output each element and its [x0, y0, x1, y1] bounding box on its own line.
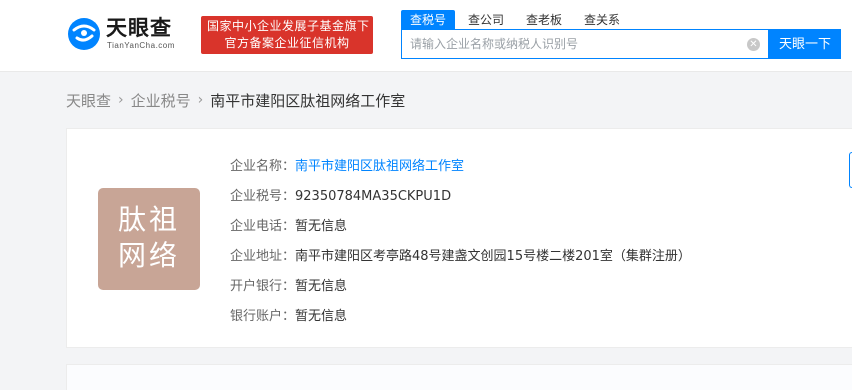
breadcrumb: 天眼查 › 企业税号 › 南平市建阳区肽祖网络工作室 [66, 89, 405, 111]
logo-domain: TianYanCha.com [107, 41, 175, 50]
info-row-phone: 企业电话： 暂无信息 [230, 212, 691, 242]
info-label: 开户银行： [230, 279, 296, 294]
info-label: 银行账户： [230, 309, 296, 324]
avatar-line-1: 肽祖 [117, 203, 180, 236]
address-value: 南平市建阳区考亭路48号建盏文创园15号楼二楼201室（集群注册） [295, 249, 691, 264]
logo-text: 天眼查 [106, 16, 172, 40]
breadcrumb-tax-number[interactable]: 企业税号 [131, 90, 191, 111]
search-button[interactable]: 天眼一下 [769, 29, 841, 59]
company-avatar: 肽祖 网络 [98, 188, 200, 290]
chevron-right-icon: › [197, 92, 204, 108]
badge-line-2: 官方备案企业征信机构 [224, 36, 350, 50]
company-name-link[interactable]: 南平市建阳区肽祖网络工作室 [295, 152, 464, 182]
tab-relation[interactable]: 查关系 [575, 10, 629, 30]
top-header: 天眼查 TianYanCha.com 国家中小企业发展子基金旗下 官方备案企业征… [0, 0, 852, 72]
info-row-name: 企业名称： 南平市建阳区肽祖网络工作室 [230, 152, 691, 182]
tab-boss[interactable]: 查老板 [517, 10, 571, 30]
info-row-tax-number: 企业税号： 92350784MA35CKPU1D [230, 182, 691, 212]
search-input[interactable] [402, 30, 768, 58]
avatar-line-2: 网络 [117, 239, 180, 272]
search-tabs: 查税号 查公司 查老板 查关系 [401, 10, 633, 30]
breadcrumb-current: 南平市建阳区肽祖网络工作室 [210, 91, 406, 110]
clear-icon[interactable]: ✕ [747, 38, 760, 51]
chevron-right-icon: › [118, 92, 124, 108]
bank-value: 暂无信息 [295, 279, 348, 294]
official-badge: 国家中小企业发展子基金旗下 官方备案企业征信机构 [201, 16, 373, 54]
search-box: ✕ [401, 29, 769, 59]
tax-number-value: 92350784MA35CKPU1D [295, 189, 452, 204]
info-label: 企业电话： [230, 219, 296, 234]
breadcrumb-home[interactable]: 天眼查 [66, 90, 111, 111]
info-label: 企业税号： [230, 189, 296, 204]
next-section-card [66, 364, 852, 390]
tab-tax-number[interactable]: 查税号 [401, 10, 456, 30]
tab-company[interactable]: 查公司 [459, 10, 513, 30]
account-value: 暂无信息 [295, 309, 348, 324]
info-row-account: 银行账户： 暂无信息 [230, 302, 691, 332]
company-info-list: 企业名称： 南平市建阳区肽祖网络工作室 企业税号： 92350784MA35CK… [230, 152, 691, 332]
tianyancha-logo[interactable]: 天眼查 TianYanCha.com [66, 14, 192, 54]
badge-line-1: 国家中小企业发展子基金旗下 [207, 19, 370, 33]
info-label: 企业地址： [230, 249, 296, 264]
info-row-bank: 开户银行： 暂无信息 [230, 272, 691, 302]
logo-icon [68, 18, 100, 50]
phone-value: 暂无信息 [295, 219, 348, 234]
info-label: 企业名称： [230, 159, 296, 174]
info-row-address: 企业地址： 南平市建阳区考亭路48号建盏文创园15号楼二楼201室（集群注册） [230, 242, 691, 272]
company-info-card: 肽祖 网络 企业名称： 南平市建阳区肽祖网络工作室 企业税号： 92350784… [66, 128, 852, 348]
